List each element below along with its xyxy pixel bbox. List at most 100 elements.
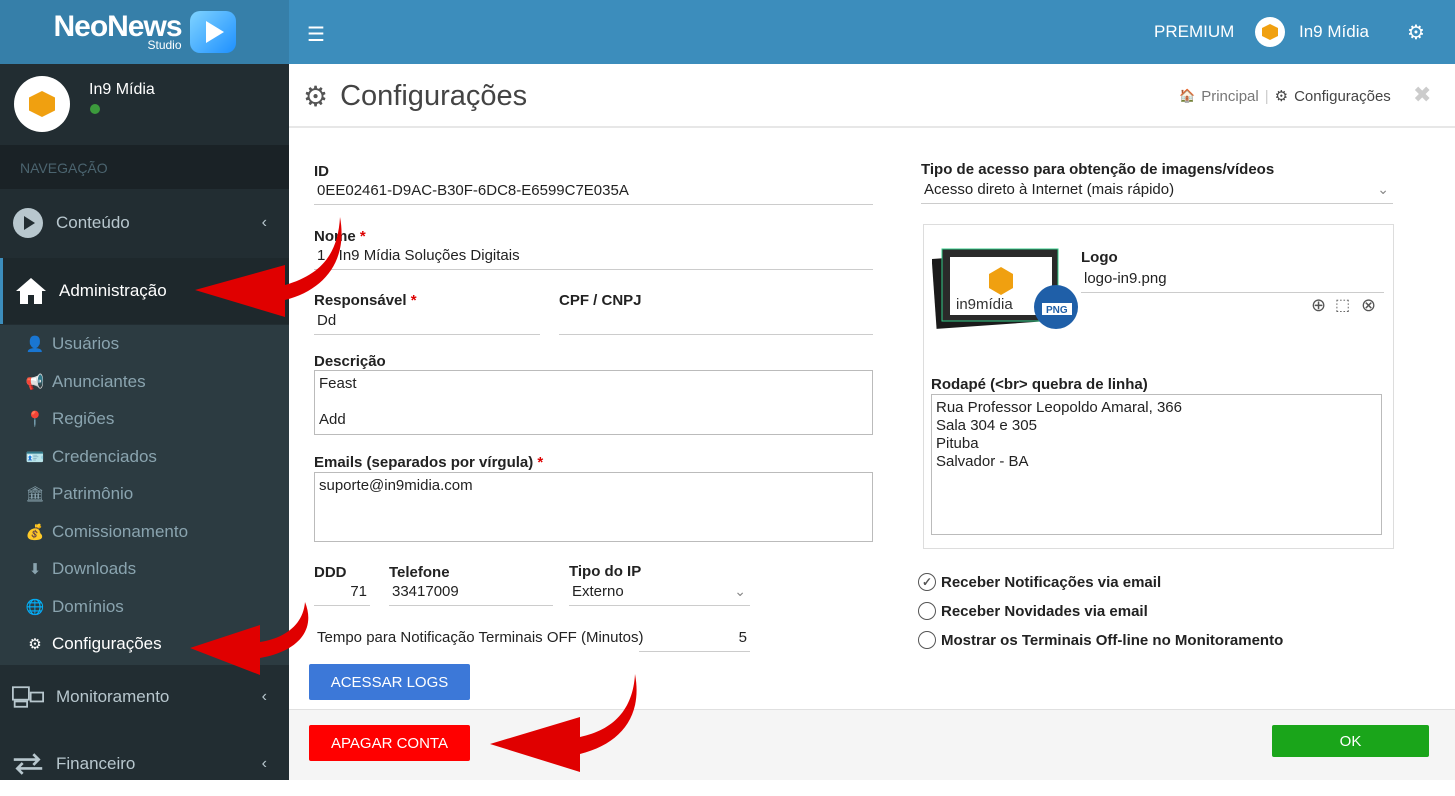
play-circle-icon [12, 207, 44, 239]
emails-textarea[interactable]: suporte@in9midia.com [314, 472, 873, 542]
nav-label-administracao: Administração [59, 281, 167, 300]
sidebar-item-dominios[interactable]: 🌐 Domínios [0, 589, 289, 625]
nav-item-monitoramento[interactable]: Monitoramento ‹ [0, 665, 289, 729]
select-cursor-icon[interactable]: ⬚ [1335, 295, 1350, 315]
sidebar-item-label: Credenciados [52, 447, 157, 466]
tempo-field[interactable]: 5 [639, 626, 750, 652]
id-label: ID [314, 163, 329, 180]
home-icon [15, 275, 47, 307]
sidebar-item-configuracoes[interactable]: ⚙ Configurações [0, 626, 289, 662]
brand-logo[interactable]: NeoNews Studio [0, 0, 289, 64]
top-user-name[interactable]: In9 Mídia [1299, 22, 1369, 42]
tempo-label: Tempo para Notificação Terminais OFF (Mi… [317, 629, 644, 646]
option-notificacoes-label: Receber Notificações via email [941, 573, 1162, 591]
nav-header: NAVEGAÇÃO [0, 145, 289, 189]
nav-item-conteudo[interactable]: Conteúdo ‹ [0, 191, 289, 255]
user-name: In9 Mídia [89, 81, 155, 98]
logo-preview-text: in9mídia [956, 296, 1013, 313]
in9-logo-icon [1262, 24, 1278, 40]
ddd-label: DDD [314, 564, 347, 581]
close-icon[interactable]: ✖ [1413, 82, 1431, 108]
nav-item-financeiro[interactable]: Financeiro ‹ [0, 732, 289, 796]
submenu-administracao: 👤 Usuários 📢 Anunciantes 📍 Regiões 🪪 Credenc… [0, 325, 289, 665]
tipoip-label: Tipo do IP [569, 563, 642, 580]
telefone-label: Telefone [389, 564, 450, 581]
ddd-field[interactable]: 71 [314, 580, 370, 606]
breadcrumb-separator: | [1264, 87, 1269, 105]
id-card-icon: 🪪 [25, 449, 45, 466]
sidebar-item-comissionamento[interactable]: 💰 Comissionamento [0, 514, 289, 550]
add-circle-icon[interactable]: ⊕ [1311, 295, 1326, 316]
logo-label: Logo [1081, 249, 1118, 266]
rodape-textarea[interactable]: Rua Professor Leopoldo Amaral, 366 Sala … [931, 394, 1382, 535]
chevron-down-icon: ⌄ [734, 583, 746, 599]
breadcrumb: 🏠 Principal | ⚙ Configurações [1179, 87, 1391, 106]
acesso-select[interactable]: Acesso direto à Internet (mais rápido) ⌄ [921, 178, 1393, 204]
option-novidades-label: Receber Novidades via email [941, 602, 1148, 620]
tipoip-select[interactable]: Externo ⌄ [569, 580, 750, 606]
radio-empty-icon [918, 631, 936, 649]
sidebar-item-label: Domínios [52, 597, 124, 616]
emails-label: Emails (separados por vírgula) * [314, 454, 543, 471]
topbar: ☰ PREMIUM In9 Mídia ⚙ [289, 0, 1455, 64]
nav-label-monitoramento: Monitoramento [56, 687, 170, 706]
home-icon: 🏠 [1179, 88, 1196, 103]
sidebar-item-anunciantes[interactable]: 📢 Anunciantes [0, 364, 289, 400]
logo-panel: in9mídia PNG Logo logo-in9.png ⊕ ⬚ ⊗ Rod… [923, 224, 1394, 549]
chevron-left-icon: ‹ [261, 755, 267, 772]
rodape-label: Rodapé (<br> quebra de linha) [931, 376, 1148, 393]
responsavel-label: Responsável * [314, 292, 417, 309]
sidebar-item-regioes[interactable]: 📍 Regiões [0, 401, 289, 437]
sidebar-item-credenciados[interactable]: 🪪 Credenciados [0, 439, 289, 475]
logo-preview-image[interactable]: in9mídia PNG [931, 245, 1082, 330]
nome-field[interactable]: 1 - In9 Mídia Soluções Digitais [314, 244, 873, 270]
acessar-logs-button[interactable]: ACESSAR LOGS [309, 664, 470, 700]
sidebar-item-label: Regiões [52, 409, 115, 428]
ok-button[interactable]: OK [1272, 725, 1429, 757]
in9-logo-icon [29, 91, 55, 117]
gears-icon[interactable]: ⚙ [1407, 20, 1425, 45]
top-avatar[interactable] [1255, 17, 1285, 47]
gear-icon: ⚙ [303, 81, 329, 112]
descricao-textarea[interactable]: Feast Add [314, 370, 873, 435]
required-marker: * [410, 292, 417, 309]
id-field[interactable]: 0EE02461-D9AC-B30F-6DC8-E6599C7E035A [314, 179, 873, 205]
png-badge-text: PNG [1046, 305, 1068, 316]
hamburger-menu-icon[interactable]: ☰ [307, 22, 325, 47]
option-offline[interactable]: Mostrar os Terminais Off-line no Monitor… [918, 631, 1283, 649]
option-notificacoes[interactable]: ✓ Receber Notificações via email [918, 573, 1161, 591]
logo-filename-field[interactable]: logo-in9.png [1081, 267, 1384, 293]
main-content: ⚙ Configurações 🏠 Principal | ⚙ Configur… [289, 64, 1455, 780]
remove-circle-icon[interactable]: ⊗ [1361, 295, 1376, 316]
nav-item-administracao[interactable]: Administração [0, 258, 289, 324]
breadcrumb-home[interactable]: Principal [1201, 88, 1259, 105]
sidebar-item-downloads[interactable]: ⬇ Downloads [0, 551, 289, 587]
map-marker-icon: 📍 [25, 411, 45, 428]
required-marker: * [359, 228, 366, 245]
sidebar-item-usuarios[interactable]: 👤 Usuários [0, 326, 289, 362]
required-marker: * [537, 454, 544, 471]
apagar-conta-button[interactable]: APAGAR CONTA [309, 725, 470, 761]
breadcrumb-current: Configurações [1294, 87, 1391, 105]
premium-badge: PREMIUM [1154, 22, 1235, 41]
page-title: ⚙ Configurações [303, 80, 527, 113]
cpf-field[interactable] [559, 309, 873, 335]
gear-icon: ⚙ [1274, 88, 1289, 105]
exchange-icon [12, 748, 44, 780]
sidebar-item-label: Downloads [52, 559, 137, 578]
chevron-left-icon: ‹ [261, 214, 267, 231]
sidebar-item-patrimonio[interactable]: 🏛 Patrimônio [0, 476, 289, 512]
online-status-icon [90, 104, 100, 114]
nav-label-conteudo: Conteúdo [56, 213, 130, 232]
megaphone-icon: 📢 [25, 374, 45, 391]
page-title-text: Configurações [340, 80, 528, 112]
cpf-label: CPF / CNPJ [559, 292, 642, 309]
telefone-field[interactable]: 33417009 [389, 580, 553, 606]
sidebar-item-label: Comissionamento [52, 522, 189, 541]
sidebar: NeoNews Studio In9 Mídia NAVEGAÇÃO Conte… [0, 0, 289, 780]
option-novidades[interactable]: Receber Novidades via email [918, 602, 1148, 620]
responsavel-field[interactable]: Dd [314, 309, 540, 335]
gear-icon: ⚙ [28, 636, 42, 653]
chevron-left-icon: ‹ [261, 688, 267, 705]
radio-empty-icon [918, 602, 936, 620]
